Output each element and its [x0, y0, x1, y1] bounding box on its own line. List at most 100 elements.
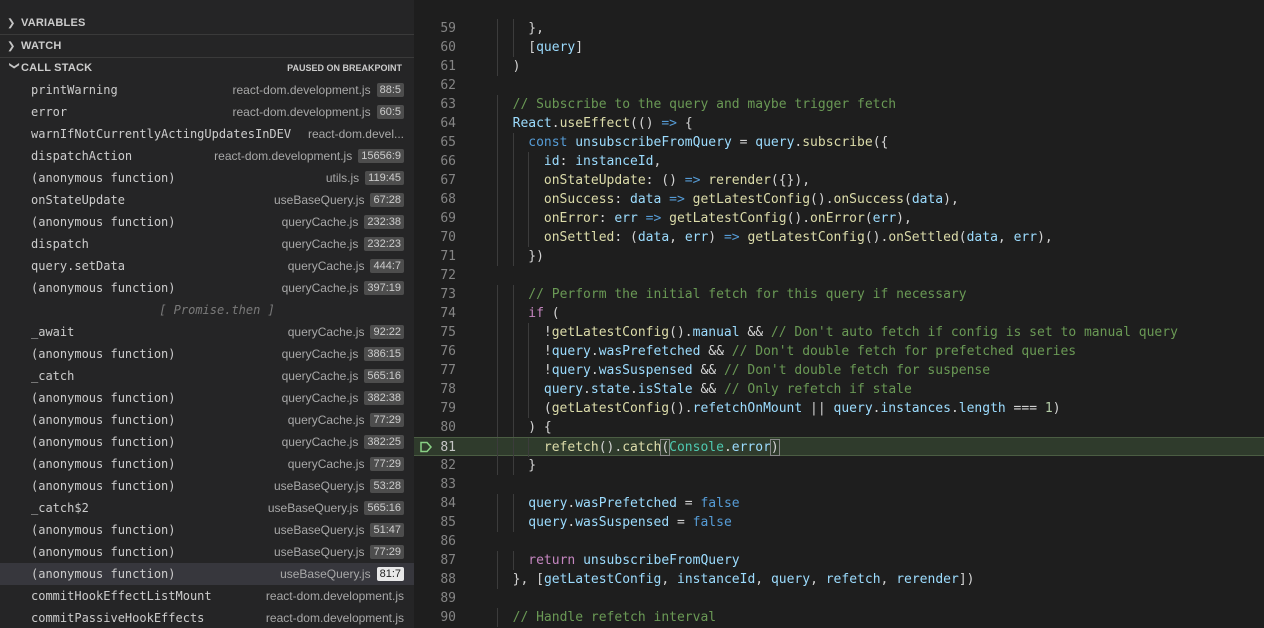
stack-frame[interactable]: error react-dom.development.js 60:5 [0, 101, 414, 123]
stack-frame[interactable]: printWarning react-dom.development.js 88:5 [0, 79, 414, 101]
stack-frame[interactable]: onStateUpdate useBaseQuery.js 67:28 [0, 189, 414, 211]
code-token: getLatestConfig [543, 572, 662, 587]
line-number: 76 [440, 344, 456, 359]
stack-frame[interactable]: dispatchAction react-dom.development.js 15… [0, 145, 414, 167]
code-text: ) { [528, 418, 551, 437]
code-token: ]) [958, 572, 975, 587]
stack-frame-location: 51:47 [370, 523, 404, 537]
code-token: getLatestConfig [551, 401, 670, 416]
indent-guide [497, 513, 498, 532]
stack-frame[interactable]: (anonymous function) useBaseQuery.js 51:47 [0, 519, 414, 541]
stack-frame-source: react-dom.development.js [266, 607, 404, 628]
stack-frame[interactable]: (anonymous function) utils.js 119:45 [0, 167, 414, 189]
indent-guide [497, 361, 498, 380]
stack-frame[interactable]: (anonymous function) useBaseQuery.js 77:29 [0, 541, 414, 563]
indent-guide [528, 209, 530, 228]
stack-frame[interactable]: dispatch queryCache.js 232:23 [0, 233, 414, 255]
indent-guide [512, 323, 514, 342]
stack-frame-name: (anonymous function) [31, 567, 176, 581]
stack-frame-name: (anonymous function) [31, 391, 176, 405]
chevron-down-icon: ❯ [8, 61, 20, 70]
stack-frame[interactable]: _catch$2 useBaseQuery.js 565:16 [0, 497, 414, 519]
code-text: const unsubscribeFromQuery = query.subsc… [528, 133, 888, 152]
code-token: query [551, 363, 591, 378]
code-token: }, [528, 21, 544, 36]
stack-frame[interactable]: _catch queryCache.js 565:16 [0, 365, 414, 387]
indent-guide [512, 228, 514, 247]
code-text: }, [getLatestConfig, instanceId, query, … [513, 570, 975, 589]
code-token: false [700, 496, 740, 511]
stack-frame-source: queryCache.js 92:22 [288, 321, 404, 343]
stack-frame-name: (anonymous function) [31, 171, 176, 185]
stack-frame-name: [ Promise.then ] [159, 303, 275, 317]
indent-guide [528, 342, 530, 361]
stack-frame[interactable]: (anonymous function) queryCache.js 77:29 [0, 453, 414, 475]
indent-guide [512, 418, 514, 437]
indent-guide [497, 152, 498, 171]
code-text: !query.wasPrefetched && // Don't double … [544, 342, 1076, 361]
code-text: React.useEffect(() => { [513, 114, 693, 133]
code-token: (). [669, 401, 693, 416]
code-text: }, [528, 19, 544, 38]
stack-frame[interactable]: (anonymous function) queryCache.js 382:38 [0, 387, 414, 409]
stack-frame-location: 88:5 [376, 83, 404, 97]
section-watch[interactable]: ❯ WATCH [0, 35, 414, 57]
code-editor[interactable]: 59}, 60 [query] 61) 62 63// Subscribe to the … [414, 0, 1264, 628]
code-token: : [614, 192, 631, 207]
code-token: ), [1037, 230, 1053, 245]
code-token: onSuccess [543, 192, 615, 207]
code-text: if ( [528, 304, 559, 323]
section-variables[interactable]: ❯ VARIABLES [0, 12, 414, 34]
code-token: => [669, 192, 685, 207]
indent-guide [528, 438, 530, 457]
indent-guide [497, 551, 498, 570]
stack-frame[interactable]: _await queryCache.js 92:22 [0, 321, 414, 343]
stack-frame[interactable]: warnIfNotCurrentlyActingUpdatesInDEV reac… [0, 123, 414, 145]
code-token: // Only refetch if stale [723, 382, 912, 397]
line-number: 60 [440, 40, 456, 55]
code-token: err [1013, 230, 1038, 245]
stack-frame[interactable]: (anonymous function) queryCache.js 386:15 [0, 343, 414, 365]
stack-frame[interactable]: commitHookEffectListMount react-dom.devel… [0, 585, 414, 607]
code-line: 83 [414, 475, 1264, 494]
stack-frame-file: queryCache.js [287, 413, 365, 427]
stack-frame[interactable]: (anonymous function) queryCache.js 77:29 [0, 409, 414, 431]
code-token: ), [943, 192, 959, 207]
stack-frame[interactable]: (anonymous function) useBaseQuery.js 53:28 [0, 475, 414, 497]
indent-guide [497, 323, 498, 342]
code-token: : () [645, 173, 685, 188]
stack-frame-location: 67:28 [370, 193, 404, 207]
stack-frame[interactable]: (anonymous function) queryCache.js 382:25 [0, 431, 414, 453]
stack-frame[interactable]: (anonymous function) useBaseQuery.js 81:7 [0, 563, 414, 585]
stack-frame-name: onStateUpdate [31, 193, 125, 207]
indent-guide [528, 380, 530, 399]
section-call-stack[interactable]: ❯ CALL STACK PAUSED ON BREAKPOINT [0, 57, 414, 79]
code-token: . [590, 344, 599, 359]
stack-frame-source: react-dom.development.js 15656:9 [214, 145, 404, 167]
indent-guide [497, 190, 498, 209]
code-token: false [692, 515, 732, 530]
code-token: (). [864, 230, 889, 245]
stack-frame-label: [ Promise.then ] [0, 299, 414, 321]
indent-guide [497, 418, 498, 437]
code-line: 72 [414, 266, 1264, 285]
code-line: 66 id: instanceId, [414, 152, 1264, 171]
stack-frame[interactable]: query.setData queryCache.js 444:7 [0, 255, 414, 277]
line-number: 84 [440, 496, 456, 511]
stack-frame[interactable]: commitPassiveHookEffects react-dom.develo… [0, 607, 414, 628]
code-text: !getLatestConfig().manual && // Don't au… [544, 323, 1178, 342]
stack-frame-location: 382:25 [364, 435, 404, 449]
code-token: onStateUpdate [543, 173, 646, 188]
code-token: id [543, 154, 560, 169]
code-token: onSettled [543, 230, 615, 245]
stack-frame[interactable]: (anonymous function) queryCache.js 232:38 [0, 211, 414, 233]
stack-frame-source: queryCache.js 77:29 [288, 409, 404, 431]
stack-frame-source: useBaseQuery.js 51:47 [274, 519, 404, 541]
line-number: 72 [440, 268, 456, 283]
code-token: ( [543, 306, 560, 321]
indent-guide [497, 438, 498, 457]
stack-frame-file: useBaseQuery.js [273, 545, 365, 559]
stack-frame[interactable]: (anonymous function) queryCache.js 397:19 [0, 277, 414, 299]
indent-guide [497, 380, 498, 399]
code-text: onSuccess: data => getLatestConfig().onS… [544, 190, 959, 209]
